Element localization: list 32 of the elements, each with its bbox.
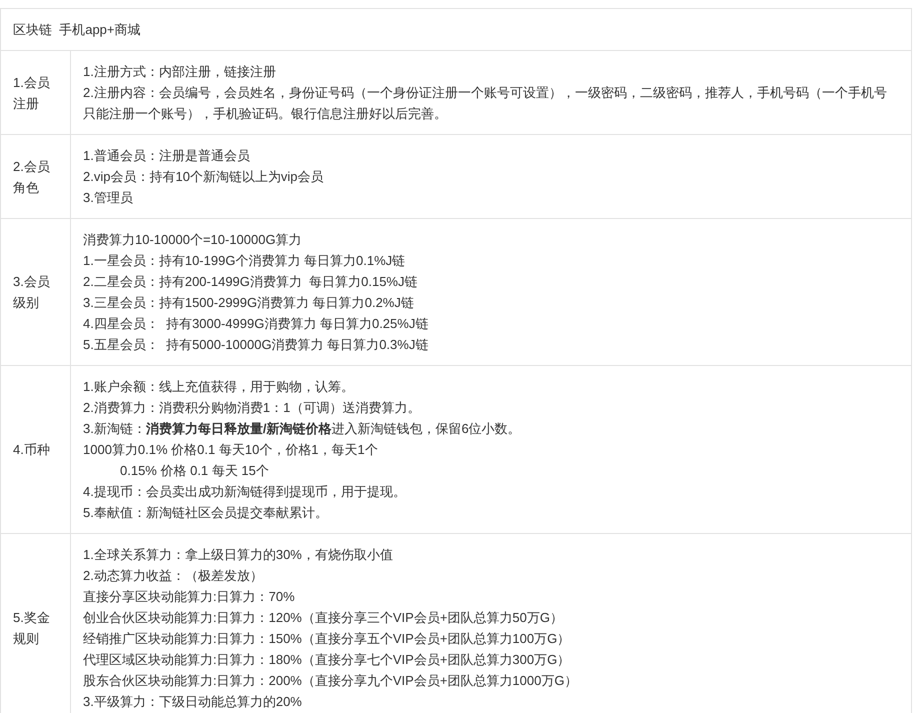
cell-text: 1.注册方式：内部注册，链接注册 [83, 63, 277, 81]
cell-text: 4.四星会员： 持有3000-4999G消费算力 每日算力0.25%J链 [83, 315, 430, 333]
cell-text: 1.全球关系算力：拿上级日算力的30%，有烧伤取小值 [83, 546, 394, 564]
row-label: 3.会员级别 [13, 273, 51, 312]
row-label: 5.奖金规则 [13, 609, 51, 648]
cell-text: 2.消费算力：消费积分购物消费1：1（可调）送消费算力。 [83, 399, 422, 417]
cell-text: 股东合伙区块动能算力:日算力：200%（直接分享九个VIP会员+团队总算力1000万G） [83, 672, 578, 690]
cell-text: 消费算力10-10000个=10-10000G算力 [83, 231, 303, 249]
cell-text: 0.15% 价格 0.1 每天 15个 [119, 462, 270, 480]
cell-text: 5.五星会员： 持有5000-10000G消费算力 每日算力0.3%J链 [83, 336, 430, 354]
cell-text: 2.vip会员：持有10个新淘链以上为vip会员 [83, 168, 325, 186]
cell-text: 创业合伙区块动能算力:日算力：120%（直接分享三个VIP会员+团队总算力50万G） [83, 609, 564, 627]
cell-text: 5.奉献值：新淘链社区会员提交奉献累计。 [83, 504, 329, 522]
cell-text: 1.普通会员：注册是普通会员 [83, 147, 251, 165]
cell-text: 1.一星会员：持有10-199G个消费算力 每日算力0.1%J链 [83, 252, 406, 270]
cell-text: 3.三星会员：持有1500-2999G消费算力 每日算力0.2%J链 [83, 294, 415, 312]
cell-text: 3.平级算力：下级日动能总算力的20% [83, 693, 303, 711]
cell-text: 代理区域区块动能算力:日算力：180%（直接分享七个VIP会员+团队总算力300万G） [83, 651, 572, 669]
cell-text: 2.动态算力收益：（极差发放） [83, 567, 264, 585]
cell-text: 1000算力0.1% 价格0.1 每天10个，价格1，每天1个 [83, 441, 379, 459]
cell-text: 经销推广区块动能算力:日算力：150%（直接分享五个VIP会员+团队总算力100万G） [83, 630, 572, 648]
row-label: 4.币种 [13, 441, 51, 459]
table-title: 区块链 手机app+商城 [13, 22, 141, 37]
row-label: 2.会员角色 [13, 158, 51, 196]
cell-text: 1.账户余额：线上充值获得，用于购物，认筹。 [83, 378, 355, 396]
cell-text: 2.二星会员：持有200-1499G消费算力 每日算力0.15%J链 [83, 273, 418, 291]
cell-text: 3.管理员 [83, 189, 134, 207]
cell-text: 直接分享区块动能算力:日算力：70% [83, 588, 296, 606]
cell-text: 3.新淘链：消费算力每日释放量/新淘链价格进入新淘链钱包，保留6位小数。 [83, 420, 522, 438]
cell-text: 2.注册内容：会员编号，会员姓名，身份证号码（一个身份证注册一个账号可设置），一级密码，二级密码，推荐人，手机号码（一个手机号只能注册一个账号），手机验证码。银行信息注册好以后完善。 [83, 84, 888, 123]
row-label: 1.会员注册 [13, 74, 51, 112]
cell-text: 4.提现币：会员卖出成功新淘链得到提现币，用于提现。 [83, 483, 407, 501]
